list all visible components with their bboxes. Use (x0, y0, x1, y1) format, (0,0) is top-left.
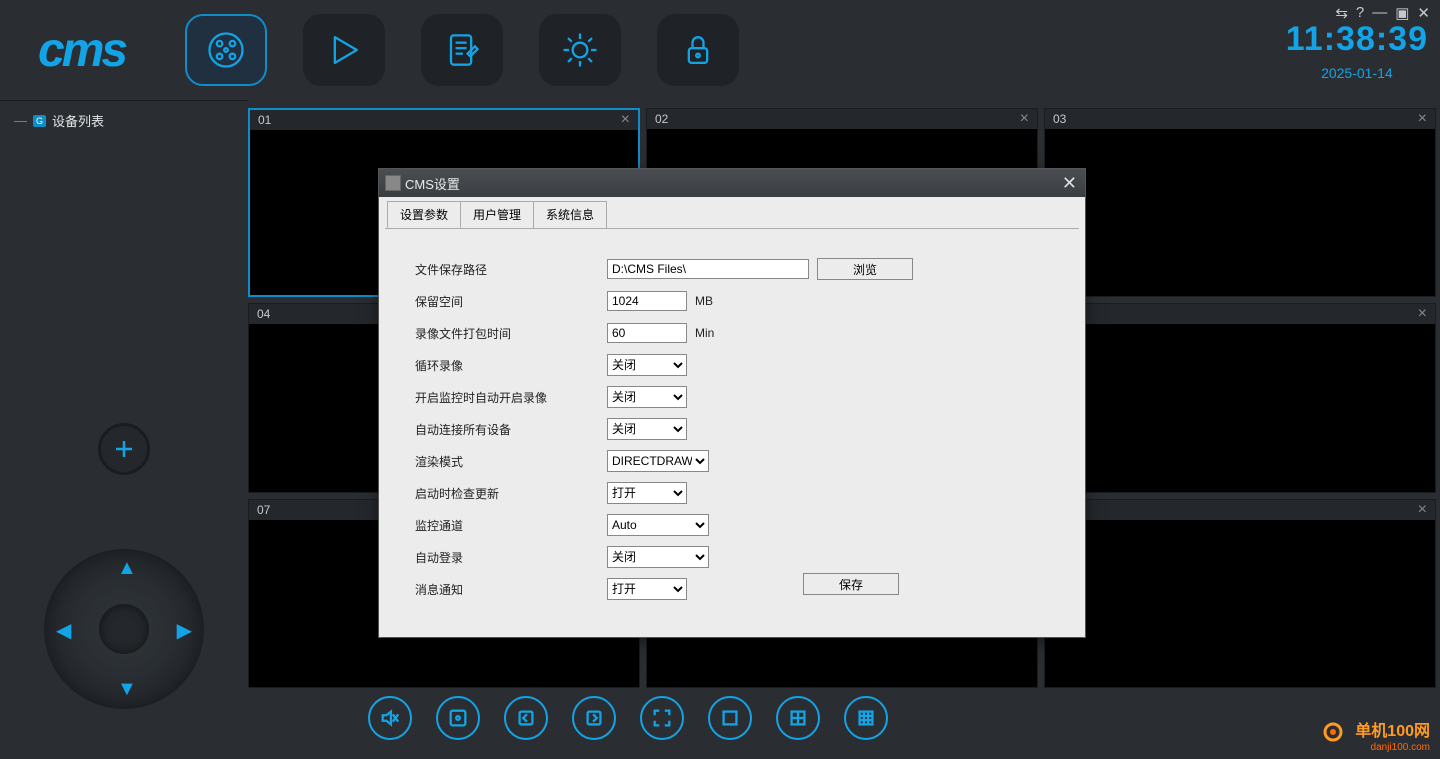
save-button[interactable]: 保存 (803, 573, 899, 595)
cell-close-icon[interactable]: × (1418, 305, 1427, 323)
tab-settings-params[interactable]: 设置参数 (387, 201, 461, 228)
dialog-close-button[interactable]: ✕ (1062, 173, 1077, 194)
snapshot-button[interactable] (436, 696, 480, 740)
file-path-label: 文件保存路径 (415, 261, 607, 278)
auto-login-label: 自动登录 (415, 549, 607, 566)
watermark: 单机100网 danji100.com (1323, 717, 1430, 753)
render-mode-select[interactable]: DIRECTDRAW (607, 450, 709, 472)
group-icon: G (33, 115, 46, 127)
loop-record-label: 循环录像 (415, 357, 607, 374)
auto-connect-select[interactable]: 关闭 (607, 418, 687, 440)
reserve-space-label: 保留空间 (415, 293, 607, 310)
mute-button[interactable] (368, 696, 412, 740)
reserve-unit: MB (695, 294, 713, 308)
cell-label: 04 (257, 307, 270, 321)
watermark-url: danji100.com (1323, 742, 1430, 753)
ptz-up-button[interactable]: ▲ (117, 557, 137, 580)
watermark-icon (1323, 722, 1351, 742)
loop-record-select[interactable]: 关闭 (607, 354, 687, 376)
header: cms 11:38:39 2025-01-14 (0, 0, 1440, 100)
reserve-space-input[interactable] (607, 291, 687, 311)
cell-label: 02 (655, 112, 668, 126)
help-icon[interactable]: ? (1354, 4, 1366, 22)
render-mode-label: 渲染模式 (415, 453, 607, 470)
dialog-tabs: 设置参数 用户管理 系统信息 (379, 197, 1085, 228)
monitor-channel-label: 监控通道 (415, 517, 607, 534)
minimize-icon[interactable]: — (1370, 4, 1389, 22)
ptz-right-button[interactable]: ▶ (177, 618, 192, 643)
ptz-control: ▲ ▼ ◀ ▶ (44, 549, 204, 709)
nav-log-button[interactable] (421, 14, 503, 86)
network-icon[interactable]: ⇆ (1333, 4, 1350, 22)
pack-time-label: 录像文件打包时间 (415, 325, 607, 342)
dialog-titlebar[interactable]: CMS设置 ✕ (379, 169, 1085, 197)
cell-label: 07 (257, 503, 270, 517)
notification-select[interactable]: 打开 (607, 578, 687, 600)
video-cell[interactable]: 09× (1044, 499, 1436, 688)
tab-user-management[interactable]: 用户管理 (460, 201, 534, 228)
auto-login-select[interactable]: 关闭 (607, 546, 709, 568)
cell-label: 01 (258, 113, 271, 127)
nav-settings-button[interactable] (539, 14, 621, 86)
settings-dialog: CMS设置 ✕ 设置参数 用户管理 系统信息 文件保存路径 浏览 保留空间 MB… (378, 168, 1086, 638)
pack-unit: Min (695, 326, 714, 340)
maximize-icon[interactable]: ▣ (1393, 4, 1411, 22)
cell-label: 03 (1053, 112, 1066, 126)
ptz-center-button[interactable] (99, 604, 149, 654)
video-cell[interactable]: 06× (1044, 303, 1436, 492)
next-page-button[interactable] (572, 696, 616, 740)
auto-connect-label: 自动连接所有设备 (415, 421, 607, 438)
check-update-select[interactable]: 打开 (607, 482, 687, 504)
add-device-button[interactable] (98, 423, 150, 475)
device-tree-root[interactable]: — G 设备列表 (0, 101, 248, 140)
fullscreen-button[interactable] (640, 696, 684, 740)
watermark-title: 单机100网 (1355, 723, 1430, 740)
auto-record-label: 开启监控时自动开启录像 (415, 389, 607, 406)
layout-4-button[interactable] (776, 696, 820, 740)
file-path-input[interactable] (607, 259, 809, 279)
ptz-left-button[interactable]: ◀ (56, 618, 71, 643)
tab-system-info[interactable]: 系统信息 (533, 201, 607, 228)
bottom-toolbar (248, 696, 888, 740)
dialog-icon (385, 175, 401, 191)
notification-label: 消息通知 (415, 581, 607, 598)
nav-recording-button[interactable] (185, 14, 267, 86)
nav-playback-button[interactable] (303, 14, 385, 86)
clock-time: 11:38:39 (1286, 20, 1428, 59)
ptz-down-button[interactable]: ▼ (117, 678, 137, 701)
pack-time-input[interactable] (607, 323, 687, 343)
layout-1-button[interactable] (708, 696, 752, 740)
cell-close-icon[interactable]: × (1020, 110, 1029, 128)
settings-form: 文件保存路径 浏览 保留空间 MB 录像文件打包时间 Min 循环录像 关闭 开… (385, 228, 1079, 636)
tree-collapse-icon[interactable]: — (14, 113, 27, 128)
browse-button[interactable]: 浏览 (817, 258, 913, 280)
dialog-title: CMS设置 (405, 174, 460, 193)
sidebar: — G 设备列表 ▲ ▼ ◀ ▶ (0, 100, 248, 700)
cell-close-icon[interactable]: × (1418, 501, 1427, 519)
cell-close-icon[interactable]: × (621, 111, 630, 129)
clock-date: 2025-01-14 (1286, 65, 1428, 81)
nav-lock-button[interactable] (657, 14, 739, 86)
layout-9-button[interactable] (844, 696, 888, 740)
monitor-channel-select[interactable]: Auto (607, 514, 709, 536)
prev-page-button[interactable] (504, 696, 548, 740)
check-update-label: 启动时检查更新 (415, 485, 607, 502)
cell-close-icon[interactable]: × (1418, 110, 1427, 128)
auto-record-select[interactable]: 关闭 (607, 386, 687, 408)
app-logo: cms (38, 23, 125, 78)
close-app-icon[interactable]: ✕ (1415, 4, 1432, 22)
device-tree-label: 设备列表 (52, 111, 104, 130)
video-cell[interactable]: 03 × (1044, 108, 1436, 297)
